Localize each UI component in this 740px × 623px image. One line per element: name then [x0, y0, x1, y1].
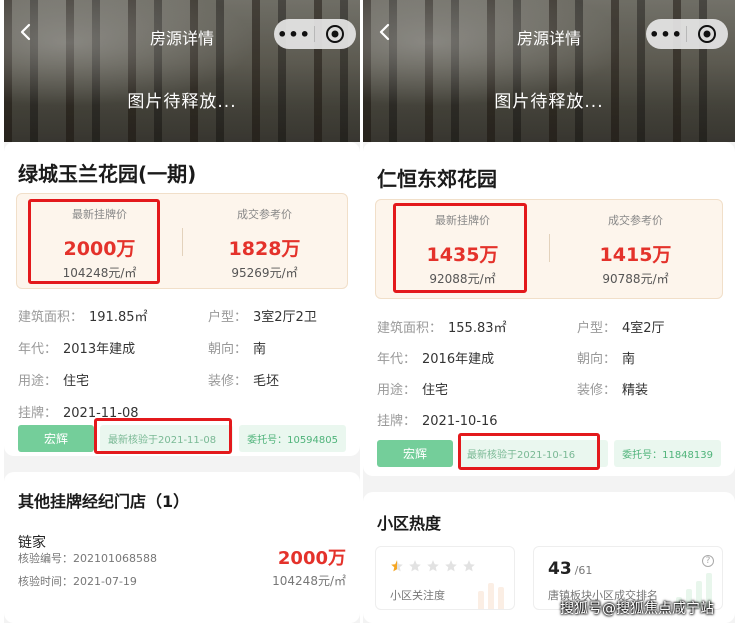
- attention-label: 小区关注度: [390, 589, 445, 602]
- property-attributes: 建筑面积： 191.85㎡ 户型： 3室2厅2卫 年代： 2013年建成 朝向：南 用…: [4, 306, 360, 434]
- attr-layout: 户型： 3室2厅2卫: [208, 310, 317, 325]
- listing-title: 绿城玉兰花园(一期): [18, 162, 197, 186]
- agency-verify-code: 核验编号：202101068588: [18, 552, 157, 565]
- listing-info-card: 仁恒东郊花园 最新挂牌价 1435万 92088元/㎡ 成交参考价 1415万 …: [363, 142, 735, 476]
- section-title: 小区热度: [377, 514, 442, 533]
- agency-name[interactable]: 链家: [18, 532, 46, 552]
- deal-reference-price: 成交参考价 1415万 90788元/㎡: [599, 214, 672, 286]
- attention-stars: [390, 559, 476, 573]
- help-icon[interactable]: ?: [702, 555, 714, 567]
- attr-area: 建筑面积： 155.83㎡: [377, 321, 507, 336]
- close-target-icon[interactable]: [315, 24, 355, 44]
- star-empty-icon: [409, 560, 421, 572]
- watermark-text: 搜狐号@搜狐焦点咸宁站: [560, 601, 714, 617]
- close-target-icon[interactable]: [687, 24, 727, 44]
- entrust-number-badge: 委托号：10594805: [239, 425, 346, 452]
- agency-unit-price: 104248元/㎡: [272, 574, 346, 588]
- attr-usage: 用途： 住宅: [18, 374, 90, 389]
- more-menu-icon[interactable]: •••: [274, 25, 314, 44]
- more-menu-icon[interactable]: •••: [646, 25, 686, 44]
- section-title: 其他挂牌经纪门店（1）: [18, 492, 190, 511]
- image-placeholder-text: 图片待释放...: [127, 92, 237, 112]
- property-attributes: 建筑面积： 155.83㎡ 户型： 4室2厅 年代： 2016年建成 朝向：南 用途：…: [363, 317, 735, 441]
- other-agencies-card: 其他挂牌经纪门店（1） 链家 核验编号：202101068588 核验时间：20…: [4, 472, 360, 623]
- mini-program-capsule: •••: [646, 19, 728, 49]
- highlight-box-listing-price: [28, 199, 160, 284]
- listing-info-card: 绿城玉兰花园(一期) 最新挂牌价 2000万 104248元/㎡ 成交参考价 1…: [4, 142, 360, 456]
- attention-box: 小区关注度: [375, 546, 515, 610]
- agent-button[interactable]: 宏辉: [18, 425, 94, 452]
- attr-listed-date: 挂牌： 2021-10-16: [377, 414, 498, 429]
- agency-verify-time: 核验时间：2021-07-19: [18, 575, 137, 588]
- entrust-number-badge: 委托号：11848139: [614, 440, 721, 467]
- star-empty-icon: [463, 560, 475, 572]
- attr-orientation: 朝向：南: [577, 352, 636, 367]
- agent-button[interactable]: 宏辉: [377, 440, 453, 467]
- mini-program-capsule: •••: [274, 19, 356, 49]
- agency-price: 2000万: [277, 548, 346, 569]
- attr-decoration: 装修： 精装: [577, 383, 649, 398]
- attr-year: 年代： 2016年建成: [377, 352, 495, 367]
- image-placeholder-text: 图片待释放...: [494, 92, 604, 112]
- attr-layout: 户型： 4室2厅: [577, 321, 665, 336]
- attr-area: 建筑面积： 191.85㎡: [18, 310, 148, 325]
- deal-reference-price: 成交参考价 1828万 95269元/㎡: [228, 208, 301, 280]
- star-empty-icon: [427, 560, 439, 572]
- highlight-box-verify-date: [458, 433, 600, 470]
- star-half-icon: [391, 560, 403, 572]
- star-empty-icon: [445, 560, 457, 572]
- attr-year: 年代： 2013年建成: [18, 342, 136, 357]
- listing-panel-left: 房源详情 ••• 图片待释放... 绿城玉兰花园(一期) 最新挂牌价 2000万…: [4, 0, 360, 623]
- people-deco-icon: [478, 583, 504, 609]
- attr-decoration: 装修： 毛坯: [208, 374, 280, 389]
- rank-value: 43/61: [548, 559, 593, 579]
- listing-panel-right: 房源详情 ••• 图片待释放... 仁恒东郊花园 最新挂牌价 1435万 920…: [363, 0, 735, 623]
- attr-usage: 用途： 住宅: [377, 383, 449, 398]
- highlight-box-listing-price: [393, 203, 527, 293]
- attr-orientation: 朝向：南: [208, 342, 267, 357]
- listing-title: 仁恒东郊花园: [377, 167, 497, 191]
- highlight-box-verify-date: [94, 418, 232, 454]
